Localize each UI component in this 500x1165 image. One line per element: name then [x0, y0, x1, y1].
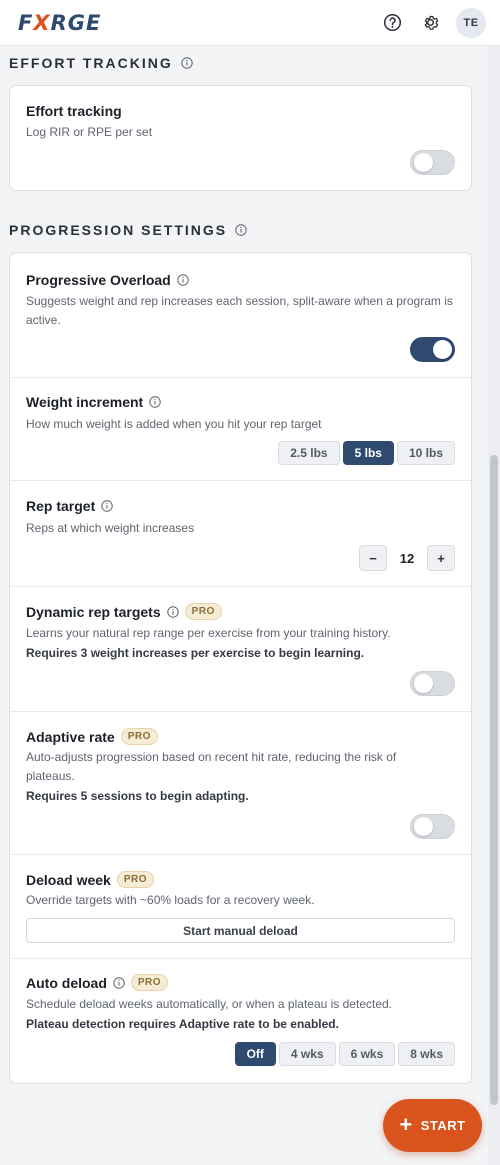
- toggle-knob: [414, 674, 433, 693]
- start-manual-deload-button[interactable]: Start manual deload: [26, 918, 455, 943]
- start-label: START: [420, 1118, 466, 1133]
- auto-deload-option-6[interactable]: 6 wks: [338, 1042, 396, 1066]
- row-description: Schedule deload weeks automatically, or …: [26, 997, 393, 1011]
- row-title-text: Auto deload: [26, 974, 107, 991]
- row-title: Auto deload PRO: [26, 974, 169, 991]
- info-icon[interactable]: [149, 396, 161, 408]
- auto-deload-option-4[interactable]: 4 wks: [278, 1042, 336, 1066]
- toggle-knob: [414, 817, 433, 836]
- setting-row-progressive-overload: Progressive Overload Suggests weight and…: [10, 253, 471, 378]
- row-description: Override targets with ~60% loads for a r…: [26, 893, 315, 907]
- auto-deload-selector: Off 4 wks 6 wks 8 wks: [234, 1042, 455, 1066]
- increment-button[interactable]: +: [427, 545, 455, 571]
- row-title: Deload week PRO: [26, 871, 154, 888]
- row-requirement: Requires 5 sessions to begin adapting.: [26, 789, 249, 803]
- section-header-progression: PROGRESSION SETTINGS: [9, 222, 247, 238]
- pro-badge: PRO: [184, 603, 222, 620]
- auto-deload-option-8[interactable]: 8 wks: [398, 1042, 455, 1066]
- info-icon[interactable]: [166, 605, 179, 618]
- top-bar: FXRGE TE: [0, 0, 500, 46]
- row-title: Weight increment: [26, 394, 161, 410]
- pro-badge: PRO: [130, 974, 169, 991]
- row-title-text: Dynamic rep targets: [26, 603, 161, 620]
- setting-row-weight-increment: Weight increment How much weight is adde…: [10, 378, 471, 481]
- effort-tracking-toggle[interactable]: [410, 150, 455, 175]
- row-description: How much weight is added when you hit yo…: [26, 417, 322, 431]
- row-title: Rep target: [26, 498, 113, 514]
- info-icon[interactable]: [235, 224, 247, 236]
- logo-mark: X: [33, 10, 51, 35]
- row-description: Log RIR or RPE per set: [26, 125, 153, 139]
- scrollbar-thumb[interactable]: [490, 455, 498, 1105]
- setting-row-deload-week: Deload week PRO Override targets with ~6…: [10, 855, 471, 959]
- avatar[interactable]: TE: [456, 7, 486, 38]
- progression-settings-card: Progressive Overload Suggests weight and…: [9, 252, 472, 1084]
- row-title-text: Progressive Overload: [26, 272, 171, 288]
- row-description: Reps at which weight increases: [26, 521, 195, 535]
- decrement-button[interactable]: −: [359, 545, 387, 571]
- info-icon[interactable]: [181, 57, 193, 69]
- auto-deload-option-off[interactable]: Off: [234, 1042, 276, 1066]
- setting-row-effort-tracking: Effort tracking Log RIR or RPE per set: [10, 86, 471, 190]
- section-header-effort: EFFORT TRACKING: [9, 55, 193, 71]
- rep-target-stepper: − 12 +: [359, 545, 455, 571]
- toggle-knob: [433, 340, 452, 359]
- weight-option-10[interactable]: 10 lbs: [396, 441, 455, 465]
- row-title-text: Deload week: [26, 871, 111, 888]
- app-logo[interactable]: FXRGE: [18, 11, 101, 35]
- row-title-text: Weight increment: [26, 394, 144, 410]
- row-title-text: Rep target: [26, 498, 96, 514]
- info-icon[interactable]: [101, 500, 113, 512]
- setting-row-adaptive-rate: Adaptive rate PRO Auto-adjusts progressi…: [10, 712, 471, 855]
- dynamic-rep-targets-toggle[interactable]: [410, 671, 455, 696]
- start-workout-button[interactable]: + START: [383, 1099, 482, 1152]
- weight-option-2-5[interactable]: 2.5 lbs: [278, 441, 340, 465]
- progressive-overload-toggle[interactable]: [410, 337, 455, 362]
- logo-text-right: RGE: [50, 10, 102, 35]
- logo-text-left: F: [18, 10, 34, 35]
- info-icon[interactable]: [177, 274, 189, 286]
- pro-badge: PRO: [120, 728, 158, 745]
- setting-row-auto-deload: Auto deload PRO Schedule deload weeks au…: [10, 959, 471, 1083]
- section-title: EFFORT TRACKING: [9, 55, 173, 71]
- section-title: PROGRESSION SETTINGS: [9, 222, 228, 238]
- toggle-knob: [414, 153, 433, 172]
- top-bar-actions: TE: [380, 7, 486, 38]
- effort-tracking-card: Effort tracking Log RIR or RPE per set: [9, 85, 472, 191]
- row-description: Learns your natural rep range per exerci…: [26, 626, 391, 640]
- weight-option-5[interactable]: 5 lbs: [342, 441, 394, 465]
- row-description: Auto-adjusts progression based on recent…: [26, 750, 397, 783]
- row-title: Adaptive rate PRO: [26, 728, 158, 745]
- adaptive-rate-toggle[interactable]: [410, 814, 455, 839]
- weight-increment-selector: 2.5 lbs 5 lbs 10 lbs: [278, 441, 455, 465]
- gear-icon[interactable]: [418, 11, 442, 35]
- row-title: Dynamic rep targets PRO: [26, 603, 222, 620]
- pro-badge: PRO: [116, 871, 154, 888]
- plus-icon: +: [399, 1111, 413, 1137]
- row-requirement: Requires 3 weight increases per exercise…: [26, 646, 365, 660]
- row-description: Suggests weight and rep increases each s…: [26, 294, 453, 327]
- row-title: Progressive Overload: [26, 272, 189, 288]
- setting-row-dynamic-rep-targets: Dynamic rep targets PRO Learns your natu…: [10, 587, 471, 712]
- info-icon[interactable]: [113, 976, 125, 989]
- row-title-text: Adaptive rate: [26, 728, 115, 745]
- setting-row-rep-target: Rep target Reps at which weight increase…: [10, 481, 471, 587]
- rep-target-value: 12: [399, 550, 415, 566]
- row-requirement: Plateau detection requires Adaptive rate…: [26, 1017, 339, 1031]
- row-title: Effort tracking: [26, 103, 122, 119]
- help-icon[interactable]: [380, 11, 404, 35]
